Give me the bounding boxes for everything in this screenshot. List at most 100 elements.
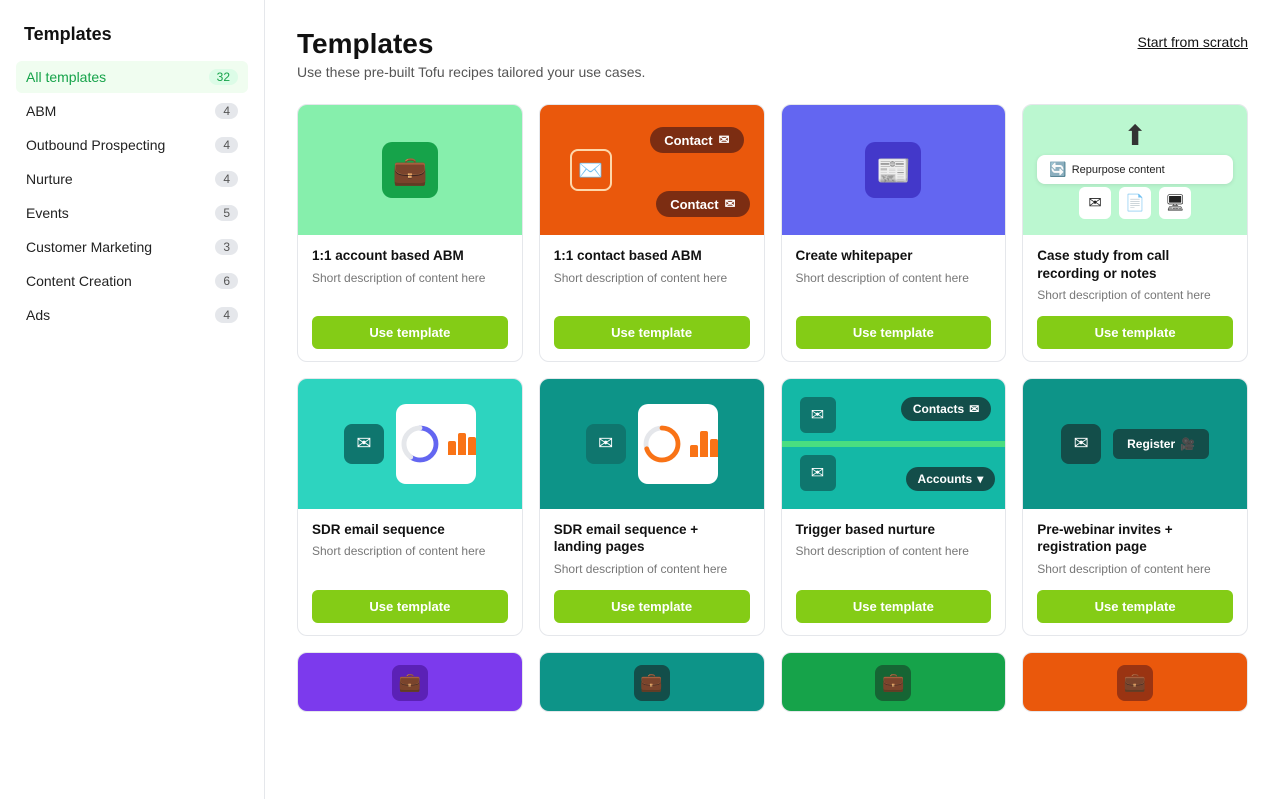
card-desc-trigger: Short description of content here [796,543,992,577]
sidebar-item-abm[interactable]: ABM 4 [16,95,248,127]
template-card-whitepaper: 📰 Create whitepaper Short description of… [781,104,1007,362]
start-from-scratch-button[interactable]: Start from scratch [1138,34,1248,50]
screen-output-icon: 🖥 [1159,187,1191,219]
bottom-img-4: 💼 [1023,653,1247,712]
card-image-webinar: ✉ Register 🎥 [1023,379,1247,509]
card-body-casestudy: Case study from call recording or notes … [1023,235,1247,361]
template-card-sdr2: ✉ SDR email sequence + landing pages Sho… [539,378,765,636]
sidebar-badge-ads: 4 [215,307,238,323]
bottom-img-2: 💼 [540,653,764,712]
accounts-badge: Accounts ▾ [906,467,996,491]
sdr2-chart-box [638,404,718,484]
card-desc-webinar: Short description of content here [1037,561,1233,578]
sidebar-title: Templates [16,24,248,45]
bar5 [700,431,708,457]
repurpose-label: Repurpose content [1072,164,1165,176]
use-template-button-whitepaper[interactable]: Use template [796,316,992,349]
bottom-img-1: 💼 [298,653,522,712]
card-image-casestudy: ⬆ 🔄 Repurpose content ✉ 📄 🖥 [1023,105,1247,235]
card-body-abm1: 1:1 account based ABM Short description … [298,235,522,361]
sidebar-item-label: Customer Marketing [26,239,152,255]
register-fake-button: Register 🎥 [1113,429,1209,459]
card-desc-abm2: Short description of content here [554,270,750,304]
page-title: Templates [297,28,645,60]
contact-badge-bottom: Contact ✉ [656,191,749,217]
card-title-sdr2: SDR email sequence + landing pages [554,521,750,556]
bar1 [448,441,456,455]
bottom-icon-2: 💼 [634,665,670,701]
document-icon: 📰 [865,142,921,198]
sidebar-item-ads[interactable]: Ads4 [16,299,248,331]
header-text: Templates Use these pre-built Tofu recip… [297,28,645,80]
card-title-sdr1: SDR email sequence [312,521,508,539]
sidebar-badge-events: 5 [215,205,238,221]
sidebar-item-label: Outbound Prospecting [26,137,165,153]
card-title-trigger: Trigger based nurture [796,521,992,539]
template-card-abm2: ✉️ Contact ✉ Contact ✉ 1:1 contact based… [539,104,765,362]
bar-chart2 [690,431,718,457]
card-image-sdr2: ✉ [540,379,764,509]
sidebar-badge-all: 32 [209,69,238,85]
bottom-icon-3: 💼 [875,665,911,701]
card-body-sdr2: SDR email sequence + landing pages Short… [540,509,764,635]
contact-mail-icon2: ✉ [725,196,736,212]
green-bar [782,441,1006,447]
use-template-button-abm2[interactable]: Use template [554,316,750,349]
use-template-button-webinar[interactable]: Use template [1037,590,1233,623]
bottom-card-2: 💼 [539,652,765,712]
use-template-button-sdr2[interactable]: Use template [554,590,750,623]
upload-icon: ⬆ [1123,119,1146,152]
bottom-card-1: 💼 [297,652,523,712]
sidebar-item-label: ABM [26,103,56,119]
output-icons: ✉ 📄 🖥 [1079,187,1191,219]
accounts-icon: ▾ [977,472,983,486]
bottom-card-3: 💼 [781,652,1007,712]
use-template-button-trigger[interactable]: Use template [796,590,992,623]
card-image-abm2: ✉️ Contact ✉ Contact ✉ [540,105,764,235]
templates-grid-row2: ✉ SDR email sequence Short des [297,378,1248,636]
sidebar-item-outbound[interactable]: Outbound Prospecting4 [16,129,248,161]
sidebar-item-label: All templates [26,69,106,85]
card-title-abm1: 1:1 account based ABM [312,247,508,265]
card-desc-sdr2: Short description of content here [554,561,750,578]
card-image-trigger: ✉ ✉ Contacts ✉ Accounts ▾ [782,379,1006,509]
sidebar-item-content-creation[interactable]: Content Creation6 [16,265,248,297]
card-image-sdr1: ✉ [298,379,522,509]
use-template-button-casestudy[interactable]: Use template [1037,316,1233,349]
sidebar-item-customer-marketing[interactable]: Customer Marketing 3 [16,231,248,263]
sidebar-item-events[interactable]: Events5 [16,197,248,229]
register-label: Register [1127,437,1175,451]
sidebar-badge-abm: 4 [215,103,238,119]
card-image-abm1: 💼 [298,105,522,235]
use-template-button-abm1[interactable]: Use template [312,316,508,349]
template-card-sdr1: ✉ SDR email sequence Short des [297,378,523,636]
bar4 [690,445,698,457]
donut-chart2 [638,414,686,474]
card-title-casestudy: Case study from call recording or notes [1037,247,1233,282]
bar6 [710,439,718,457]
card-body-webinar: Pre-webinar invites + registration page … [1023,509,1247,635]
sdr-mail-icon: ✉ [344,424,384,464]
bottom-card-4: 💼 [1022,652,1248,712]
main-header: Templates Use these pre-built Tofu recip… [297,28,1248,80]
webinar-mail-icon: ✉ [1061,424,1101,464]
card-image-whitepaper: 📰 [782,105,1006,235]
bottom-icon-1: 💼 [392,665,428,701]
card-body-sdr1: SDR email sequence Short description of … [298,509,522,635]
mail-icon: ✉️ [570,149,612,191]
template-card-webinar: ✉ Register 🎥 Pre-webinar invites + regis… [1022,378,1248,636]
page-subtitle: Use these pre-built Tofu recipes tailore… [297,64,645,80]
contact-badge-top: Contact ✉ [650,127,743,153]
use-template-button-sdr1[interactable]: Use template [312,590,508,623]
sidebar-badge-customer-marketing: 3 [215,239,238,255]
contacts-badge: Contacts ✉ [901,397,991,421]
sidebar-item-label: Content Creation [26,273,132,289]
card-title-webinar: Pre-webinar invites + registration page [1037,521,1233,556]
bottom-img-3: 💼 [782,653,1006,712]
sidebar: Templates All templates 32 ABM 4 Outbound Pr… [0,0,265,799]
sidebar-item-nurture[interactable]: Nurture4 [16,163,248,195]
refresh-icon: 🔄 [1049,161,1066,178]
sdr-chart-box [396,404,476,484]
card-title-whitepaper: Create whitepaper [796,247,992,265]
sidebar-item-all[interactable]: All templates 32 [16,61,248,93]
